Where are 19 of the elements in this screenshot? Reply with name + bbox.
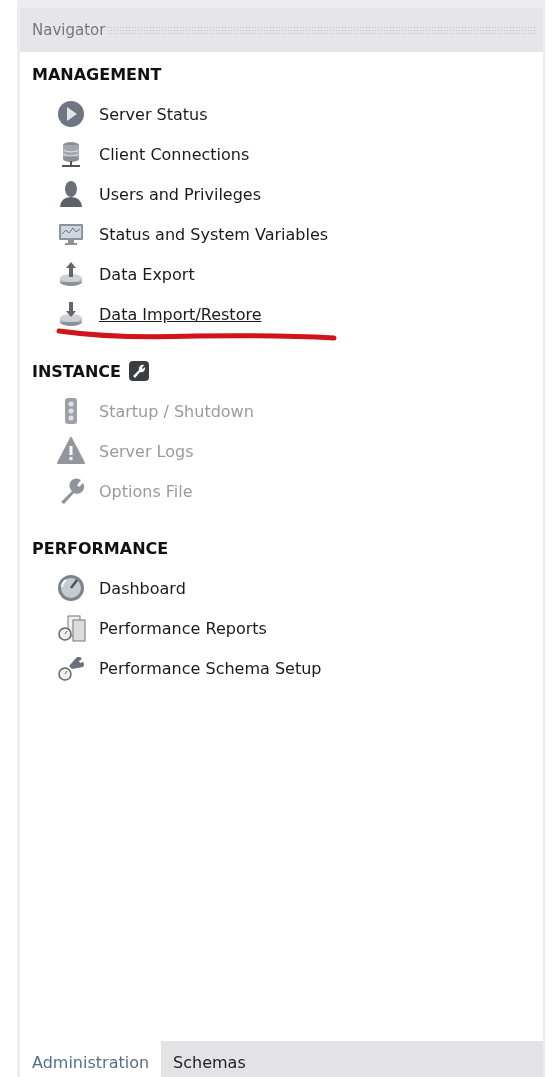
- panel-title: Navigator: [32, 21, 106, 39]
- tab[interactable]: Schemas: [161, 1041, 543, 1077]
- nav-item[interactable]: Status and System Variables: [20, 214, 329, 254]
- section-title: INSTANCE: [32, 361, 121, 381]
- nav-item[interactable]: Data Import/Restore: [20, 294, 262, 334]
- warning-icon: [56, 436, 86, 466]
- nav-item[interactable]: Data Export: [20, 254, 195, 294]
- nav-item[interactable]: Client Connections: [20, 134, 250, 174]
- section-title: PERFORMANCE: [32, 538, 169, 558]
- gauge-icon: [56, 573, 86, 603]
- nav-item[interactable]: Performance Reports: [20, 608, 267, 648]
- tab[interactable]: Administration: [20, 1041, 162, 1077]
- nav-item[interactable]: Performance Schema Setup: [20, 648, 322, 688]
- nav-item[interactable]: Users and Privileges: [20, 174, 261, 214]
- play-icon: [56, 99, 86, 129]
- section-title: MANAGEMENT: [32, 64, 162, 84]
- nav-item[interactable]: Server Status: [20, 94, 208, 134]
- nav-item[interactable]: Dashboard: [20, 568, 186, 608]
- reports-icon: [56, 613, 86, 643]
